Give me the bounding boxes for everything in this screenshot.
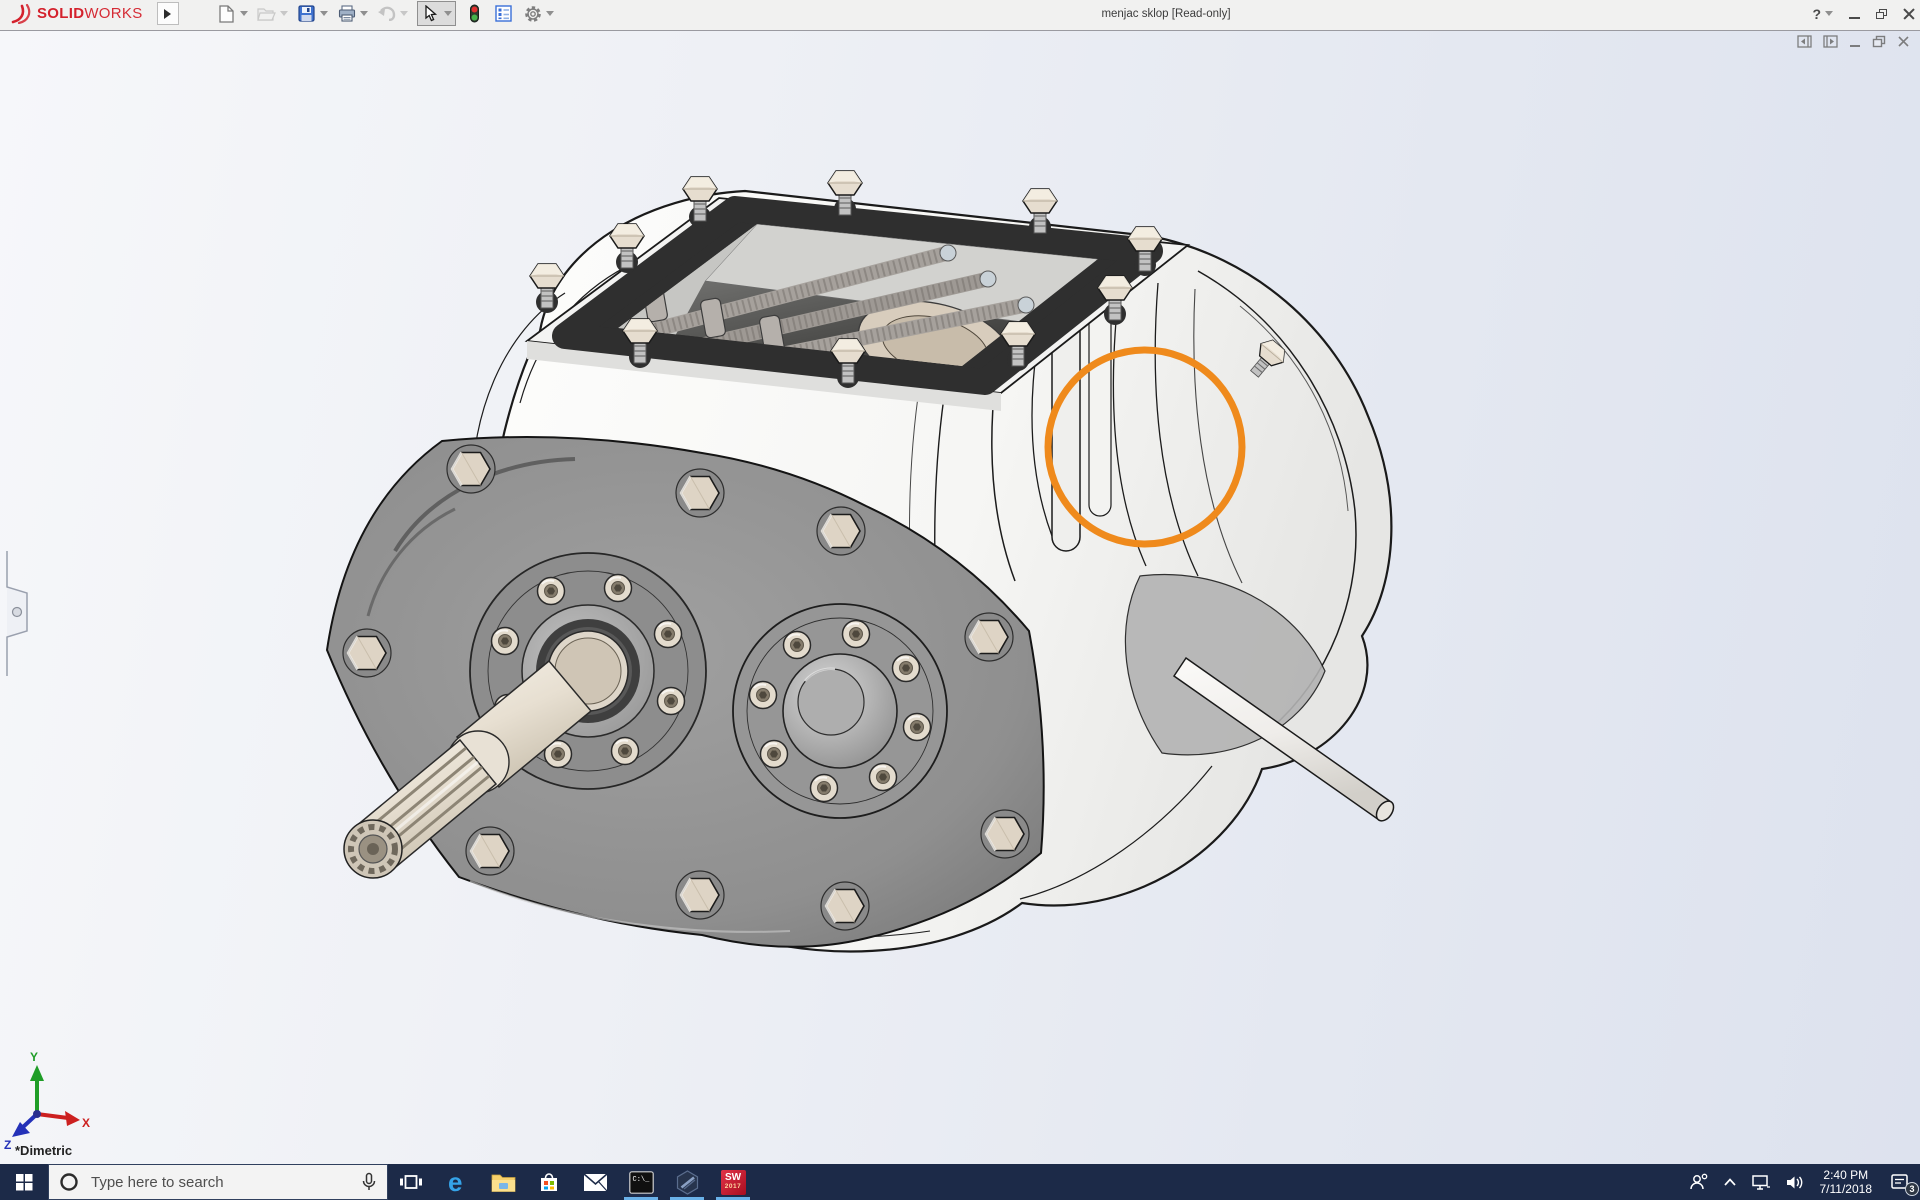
rebuild-button[interactable] — [465, 4, 485, 24]
taskbar-file-explorer[interactable] — [480, 1164, 526, 1200]
traffic-light-icon — [465, 4, 485, 24]
notification-badge: 3 — [1905, 1182, 1919, 1196]
dropdown-caret[interactable] — [279, 11, 288, 16]
new-document-button[interactable] — [217, 4, 248, 24]
gearbox-3d-model[interactable]: Y X Z — [0, 31, 1920, 1164]
view-orientation-label: *Dimetric — [15, 1143, 73, 1158]
store-icon — [541, 1173, 557, 1191]
open-document-button[interactable] — [257, 4, 288, 24]
system-tray: 2:40 PM 7/11/2018 3 — [1682, 1164, 1920, 1200]
svg-text:e: e — [448, 1169, 462, 1195]
microphone-icon[interactable] — [361, 1172, 377, 1192]
options-button[interactable] — [523, 4, 554, 24]
print-button[interactable] — [337, 4, 368, 24]
taskbar-command-prompt[interactable]: C:\_ — [618, 1164, 664, 1200]
people-button[interactable] — [1682, 1164, 1716, 1200]
task-view-icon — [400, 1175, 422, 1189]
minimize-button[interactable] — [1849, 16, 1860, 19]
close-button[interactable] — [1903, 8, 1914, 19]
task-view-button[interactable] — [388, 1164, 434, 1200]
z-axis-label: Z — [4, 1138, 11, 1152]
restore-button[interactable] — [1876, 8, 1887, 19]
secondary-cover[interactable] — [732, 603, 948, 819]
taskbar-hexagon-app[interactable] — [664, 1164, 710, 1200]
svg-text:C:\_: C:\_ — [632, 1176, 650, 1184]
open-folder-icon — [257, 4, 277, 24]
command-prompt-icon: C:\_ — [628, 1170, 654, 1194]
toolbar-flyout-button[interactable] — [156, 2, 179, 25]
dropdown-caret[interactable] — [319, 11, 328, 16]
taskbar-store[interactable] — [526, 1164, 572, 1200]
x-axis-label: X — [82, 1116, 90, 1130]
gear-icon — [523, 4, 543, 24]
volume-button[interactable] — [1778, 1164, 1812, 1200]
chevron-up-icon — [1723, 1178, 1736, 1186]
new-document-icon — [217, 4, 237, 24]
taskbar-solidworks-2017[interactable]: SW 2017 — [710, 1164, 756, 1200]
taskbar-mail[interactable] — [572, 1164, 618, 1200]
quick-access-toolbar — [217, 0, 554, 27]
taskbar-search[interactable] — [48, 1164, 388, 1200]
y-axis-label: Y — [30, 1050, 38, 1064]
hexagon-app-icon — [676, 1169, 698, 1195]
dropdown-caret[interactable] — [399, 11, 408, 16]
brand-bold: SOLID — [37, 5, 85, 22]
dropdown-caret[interactable] — [359, 11, 368, 16]
windows-taskbar: e — [0, 1164, 1920, 1200]
cortana-icon — [60, 1173, 78, 1191]
save-floppy-icon — [297, 4, 317, 24]
clock-date: 7/11/2018 — [1819, 1182, 1873, 1196]
document-title: menjac sklop [Read-only] — [1101, 7, 1231, 20]
start-button[interactable] — [0, 1164, 48, 1200]
select-cursor-icon — [421, 4, 441, 24]
speaker-icon — [1786, 1176, 1802, 1188]
graphics-area[interactable]: Y X Z *Dimetric — [0, 31, 1920, 1164]
folder-icon — [491, 1174, 515, 1192]
clock-time: 2:40 PM — [1823, 1168, 1869, 1182]
orientation-triad: Y X Z — [4, 1050, 90, 1152]
dropdown-caret[interactable] — [545, 11, 554, 16]
mail-icon — [582, 1172, 608, 1191]
dropdown-caret[interactable] — [1825, 11, 1833, 16]
printer-icon — [337, 4, 357, 24]
network-button[interactable] — [1744, 1164, 1778, 1200]
windows-logo-icon — [15, 1173, 32, 1190]
help-button[interactable]: ? — [1812, 6, 1833, 22]
title-bar: SOLIDWORKS menjac sklop [Read-only] ? — [0, 0, 1920, 31]
hidden-icons-button[interactable] — [1716, 1164, 1744, 1200]
solidworks-brand: SOLIDWORKS — [0, 0, 151, 27]
properties-list-icon — [494, 4, 514, 24]
dropdown-caret[interactable] — [443, 11, 452, 16]
network-icon — [1751, 1174, 1770, 1190]
select-tool-button[interactable] — [416, 1, 456, 26]
undo-button[interactable] — [377, 4, 408, 24]
taskbar-clock[interactable]: 2:40 PM 7/11/2018 — [1812, 1168, 1881, 1196]
dropdown-caret[interactable] — [239, 11, 248, 16]
solidworks-window: SOLIDWORKS menjac sklop [Read-only] ? Y … — [0, 0, 1920, 1200]
people-icon — [1689, 1173, 1707, 1190]
undo-icon — [377, 4, 397, 24]
solidworks-logo-icon — [11, 3, 31, 24]
file-properties-button[interactable] — [494, 4, 514, 24]
panel-expand-icon[interactable] — [11, 606, 23, 618]
brand-light: WORKS — [84, 5, 143, 22]
action-center-button[interactable]: 3 — [1880, 1164, 1920, 1200]
y-axis-arrow — [30, 1065, 44, 1081]
solidworks-2017-icon: SW 2017 — [720, 1169, 746, 1195]
save-button[interactable] — [297, 4, 328, 24]
collapsed-panel-tab[interactable] — [6, 551, 28, 676]
x-axis-arrow — [65, 1111, 80, 1126]
taskbar-edge[interactable]: e — [434, 1164, 480, 1200]
search-input[interactable] — [89, 1172, 351, 1192]
edge-icon: e — [448, 1169, 462, 1195]
